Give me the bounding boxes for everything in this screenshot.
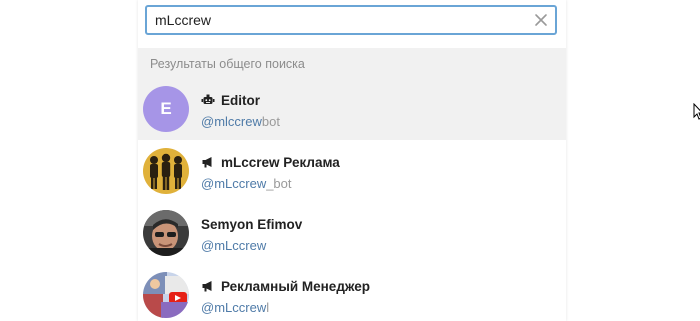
username-rest: bot	[261, 114, 280, 129]
search-result-item[interactable]: Рекламный Менеджер @mLccrewl	[138, 264, 566, 321]
close-icon[interactable]	[533, 12, 549, 28]
person-photo-avatar	[143, 210, 189, 256]
result-title: Рекламный Менеджер	[201, 277, 370, 295]
search-panel: Результаты общего поиска E Editor	[138, 0, 566, 321]
result-username: @mLccrew	[201, 238, 266, 253]
result-username: @mLccrewl	[201, 300, 269, 315]
screen: Результаты общего поиска E Editor	[0, 0, 700, 321]
megaphone-icon	[202, 157, 212, 168]
username-match: @mLccrew	[201, 176, 267, 191]
result-name: Semyon Efimov	[201, 216, 303, 232]
mouse-cursor-icon	[693, 103, 700, 120]
username-rest: _bot	[266, 176, 292, 191]
section-header: Результаты общего поиска	[138, 48, 566, 78]
username-match: @mLccrew	[201, 238, 267, 253]
result-username: @mlccrewbot	[201, 114, 280, 129]
avatar	[143, 272, 189, 318]
result-name: Editor	[221, 92, 260, 108]
result-title: mLccrew Реклама	[201, 153, 340, 171]
result-name: Рекламный Менеджер	[221, 278, 371, 294]
result-title: Editor	[201, 91, 260, 109]
search-box[interactable]	[145, 5, 557, 35]
avatar	[143, 210, 189, 256]
avatar: E	[143, 86, 189, 132]
avatar-letter: E	[160, 99, 172, 118]
avatar	[143, 148, 189, 194]
username-match: @mlccrew	[201, 114, 262, 129]
result-title: Semyon Efimov	[201, 215, 302, 233]
username-match: @mLccrew	[201, 300, 267, 315]
people-silhouettes-avatar	[143, 148, 189, 194]
youtube-collage-avatar	[143, 272, 189, 318]
search-result-item[interactable]: E Editor @mlccrewbot	[138, 78, 566, 140]
search-bar	[138, 0, 566, 46]
result-name: mLccrew Реклама	[221, 154, 340, 170]
username-rest: l	[266, 300, 270, 315]
section-title: Результаты общего поиска	[150, 57, 305, 71]
result-username: @mLccrew_bot	[201, 176, 292, 191]
megaphone-icon	[202, 281, 212, 292]
search-result-item[interactable]: Semyon Efimov @mLccrew	[138, 202, 566, 264]
search-result-item[interactable]: mLccrew Реклама @mLccrew_bot	[138, 140, 566, 202]
bot-icon	[201, 94, 215, 104]
search-input[interactable]	[155, 10, 525, 30]
